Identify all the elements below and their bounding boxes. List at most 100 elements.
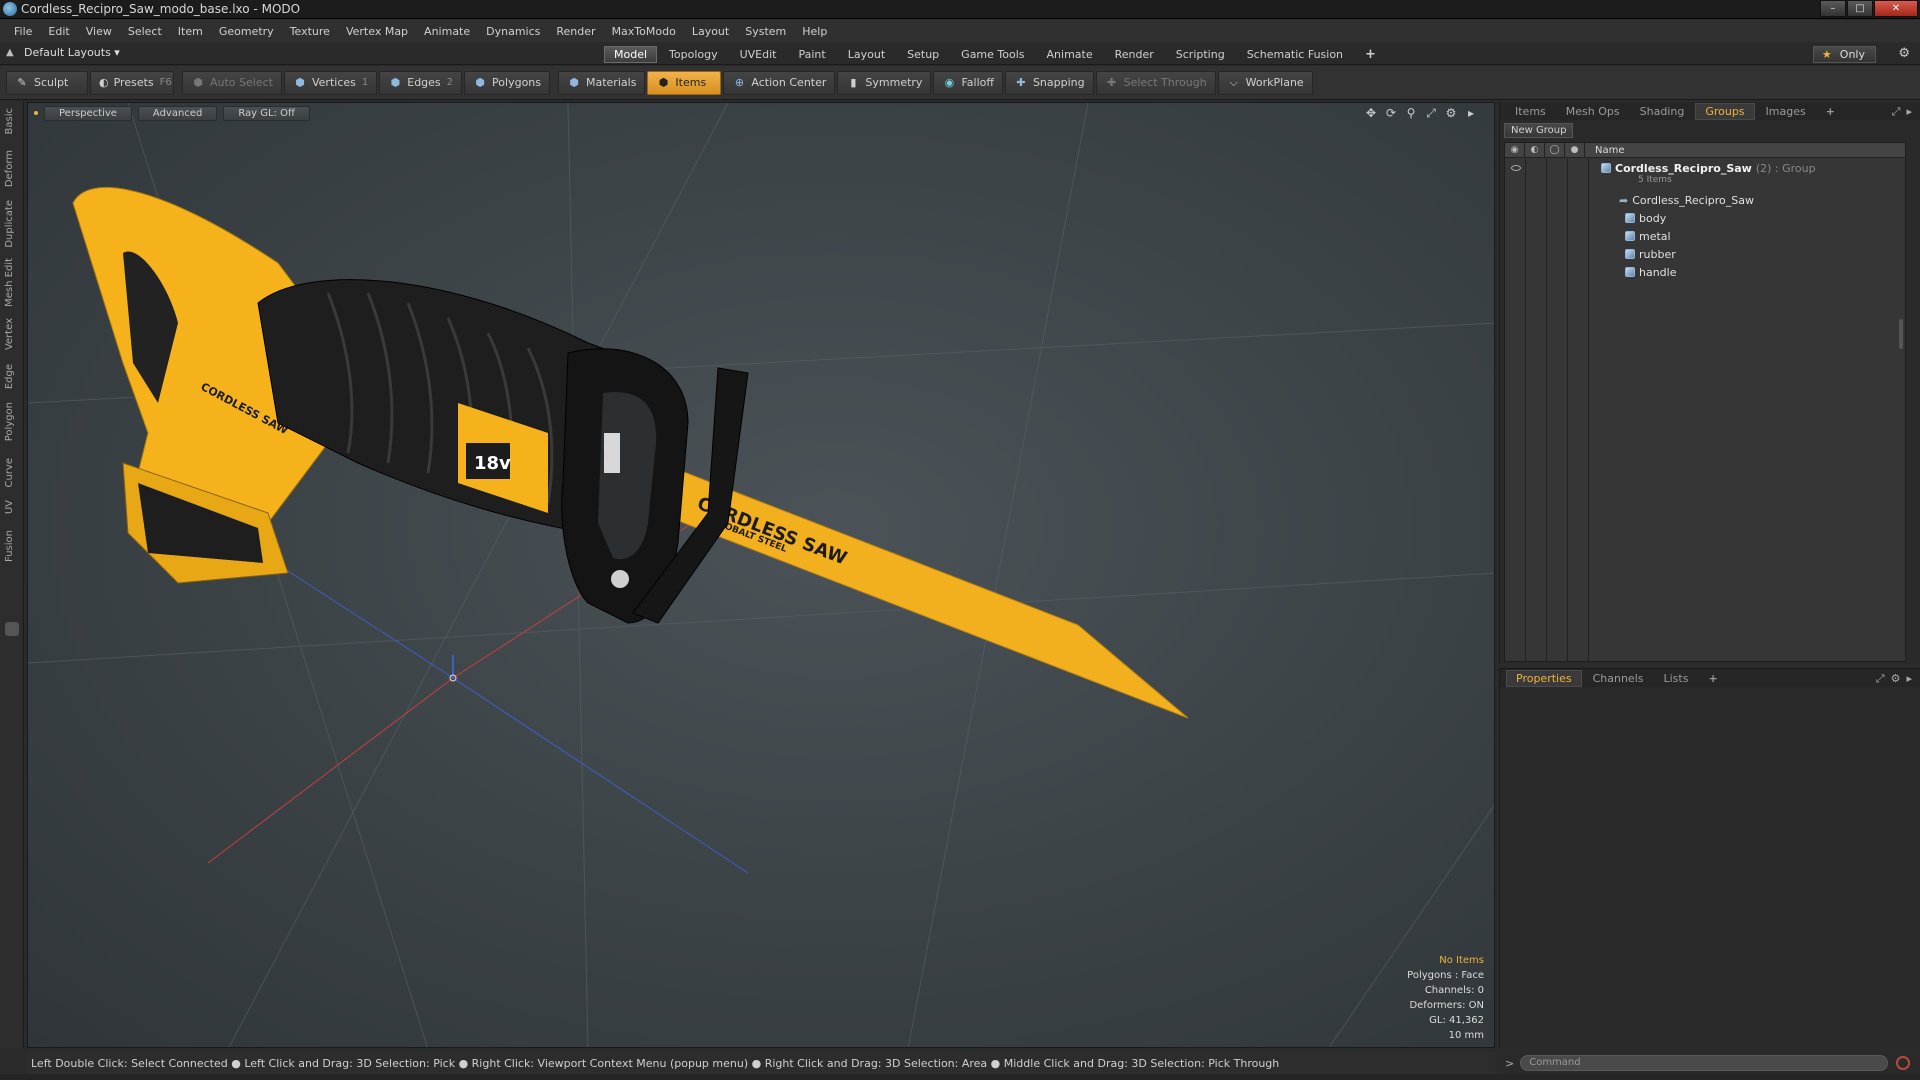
tab-animate[interactable]: Animate xyxy=(1037,46,1103,63)
pan-icon[interactable]: ✥ xyxy=(1364,106,1378,121)
add-panel-tab-button[interactable]: + xyxy=(1817,104,1844,119)
menu-maxtomodo[interactable]: MaxToModo xyxy=(604,25,684,38)
scrollbar-thumb[interactable] xyxy=(1899,319,1903,349)
expand-panel-icon[interactable]: ⤢ xyxy=(1876,672,1885,686)
rotate-icon[interactable]: ⟳ xyxy=(1384,106,1398,121)
menu-vertex-map[interactable]: Vertex Map xyxy=(338,25,416,38)
panel-arrow-icon[interactable]: ▸ xyxy=(1906,672,1912,686)
tab-channels[interactable]: Channels xyxy=(1584,671,1653,686)
list-item[interactable]: ➦ Cordless_Recipro_Saw xyxy=(1505,191,1905,209)
only-button[interactable]: ★ Only xyxy=(1812,46,1876,63)
menu-animate[interactable]: Animate xyxy=(416,25,478,38)
render-column-icon[interactable]: ◐ xyxy=(1525,142,1545,158)
menu-layout[interactable]: Layout xyxy=(684,25,737,38)
items-button[interactable]: ⬢ Items xyxy=(647,70,722,95)
menu-system[interactable]: System xyxy=(737,25,794,38)
menu-item[interactable]: Item xyxy=(170,25,211,38)
polygons-button[interactable]: ⬢ Polygons xyxy=(464,70,550,95)
menu-dynamics[interactable]: Dynamics xyxy=(478,25,548,38)
vtab-duplicate[interactable]: Duplicate xyxy=(4,200,15,248)
list-item[interactable]: metal xyxy=(1505,227,1905,245)
presets-button[interactable]: ◐ Presets F6 xyxy=(90,70,174,95)
lock-column-icon[interactable]: ◯ xyxy=(1545,142,1565,158)
vtab-curve[interactable]: Curve xyxy=(4,458,15,488)
3d-viewport[interactable]: CORDLESS SAW COBALT STEEL CORDLESS SAW 1… xyxy=(27,102,1495,1048)
new-group-button[interactable]: New Group xyxy=(1504,123,1574,138)
command-input[interactable]: Command xyxy=(1520,1055,1889,1071)
tab-uvedit[interactable]: UVEdit xyxy=(730,46,787,63)
add-properties-tab-button[interactable]: + xyxy=(1699,671,1726,686)
eye-icon[interactable] xyxy=(1511,165,1521,171)
menu-view[interactable]: View xyxy=(78,25,120,38)
tab-scripting[interactable]: Scripting xyxy=(1166,46,1235,63)
list-item[interactable]: body xyxy=(1505,209,1905,227)
vtab-polygon[interactable]: Polygon xyxy=(4,402,15,441)
tab-setup[interactable]: Setup xyxy=(897,46,949,63)
panel-arrow-icon[interactable]: ▸ xyxy=(1906,105,1912,119)
sculpt-button[interactable]: ✎ Sculpt xyxy=(6,70,88,95)
vtab-edge[interactable]: Edge xyxy=(4,364,15,389)
visibility-column-icon[interactable]: ◉ xyxy=(1505,142,1525,158)
stop-icon[interactable] xyxy=(1896,1056,1911,1070)
vtab-basic[interactable]: Basic xyxy=(4,108,15,134)
tab-properties[interactable]: Properties xyxy=(1506,669,1582,687)
tab-shading[interactable]: Shading xyxy=(1631,104,1694,119)
select-column-icon[interactable]: ● xyxy=(1565,142,1585,158)
action-center-button[interactable]: ⊕ Action Center xyxy=(723,70,836,95)
viewport-settings-icon[interactable]: ⚙ xyxy=(1444,106,1458,121)
close-button[interactable]: ✕ xyxy=(1874,0,1918,17)
menu-geometry[interactable]: Geometry xyxy=(211,25,282,38)
expand-arrow-icon[interactable]: ▸ xyxy=(1464,106,1478,121)
tab-model[interactable]: Model xyxy=(604,46,658,63)
default-layouts-dropdown[interactable]: Default Layouts ▾ xyxy=(24,46,120,59)
tab-paint[interactable]: Paint xyxy=(789,46,836,63)
vtab-mesh-edit[interactable]: Mesh Edit xyxy=(4,258,15,307)
add-tab-button[interactable]: + xyxy=(1355,46,1386,63)
menu-help[interactable]: Help xyxy=(794,25,835,38)
raygl-dropdown[interactable]: Ray GL: Off xyxy=(223,105,310,121)
snapping-button[interactable]: ✚ Snapping xyxy=(1004,70,1094,95)
list-item[interactable]: handle xyxy=(1505,263,1905,281)
vtab-deform[interactable]: Deform xyxy=(4,150,15,187)
symmetry-button[interactable]: ▮ Symmetry xyxy=(837,70,932,95)
auto-select-button[interactable]: ⬢ Auto Select xyxy=(182,70,282,95)
vtab-fusion[interactable]: Fusion xyxy=(4,530,15,562)
select-through-button[interactable]: ✚ Select Through xyxy=(1095,70,1216,95)
workplane-button[interactable]: ⌵ WorkPlane xyxy=(1217,70,1313,95)
tab-items[interactable]: Items xyxy=(1506,104,1555,119)
maximize-button[interactable]: □ xyxy=(1847,0,1873,17)
palette-toggle-icon[interactable] xyxy=(5,622,19,636)
tab-render[interactable]: Render xyxy=(1105,46,1164,63)
menu-texture[interactable]: Texture xyxy=(282,25,338,38)
tab-layout[interactable]: Layout xyxy=(838,46,895,63)
edges-button[interactable]: ⬢ Edges 2 xyxy=(379,70,463,95)
tab-mesh-ops[interactable]: Mesh Ops xyxy=(1557,104,1629,119)
panel-settings-icon[interactable]: ⚙ xyxy=(1891,672,1901,686)
gear-icon[interactable]: ⚙ xyxy=(1898,46,1910,61)
tab-lists[interactable]: Lists xyxy=(1655,671,1698,686)
zoom-icon[interactable]: ⚲ xyxy=(1404,106,1418,121)
view-type-dropdown[interactable]: Perspective xyxy=(44,105,132,121)
fit-icon[interactable]: ⤢ xyxy=(1424,106,1438,121)
tab-game-tools[interactable]: Game Tools xyxy=(951,46,1034,63)
tab-topology[interactable]: Topology xyxy=(659,46,728,63)
vtab-vertex[interactable]: Vertex xyxy=(4,318,15,350)
group-row[interactable]: Cordless_Recipro_Saw (2) : Group xyxy=(1505,159,1905,177)
name-column-header[interactable]: Name xyxy=(1585,145,1625,156)
falloff-button[interactable]: ◉ Falloff xyxy=(933,70,1003,95)
menu-render[interactable]: Render xyxy=(548,25,603,38)
viewport-menu-icon[interactable] xyxy=(34,111,38,115)
minimize-button[interactable]: – xyxy=(1820,0,1846,17)
layout-up-icon[interactable]: ▲ xyxy=(6,47,18,59)
menu-file[interactable]: File xyxy=(6,25,40,38)
vertices-button[interactable]: ⬢ Vertices 1 xyxy=(283,70,378,95)
shading-dropdown[interactable]: Advanced xyxy=(137,105,218,121)
menu-select[interactable]: Select xyxy=(120,25,170,38)
tab-schematic-fusion[interactable]: Schematic Fusion xyxy=(1237,46,1353,63)
expand-panel-icon[interactable]: ⤢ xyxy=(1892,105,1901,119)
materials-button[interactable]: ⬢ Materials xyxy=(558,70,646,95)
vtab-uv[interactable]: UV xyxy=(4,500,15,514)
list-item[interactable]: rubber xyxy=(1505,245,1905,263)
menu-edit[interactable]: Edit xyxy=(40,25,77,38)
tab-images[interactable]: Images xyxy=(1757,104,1815,119)
